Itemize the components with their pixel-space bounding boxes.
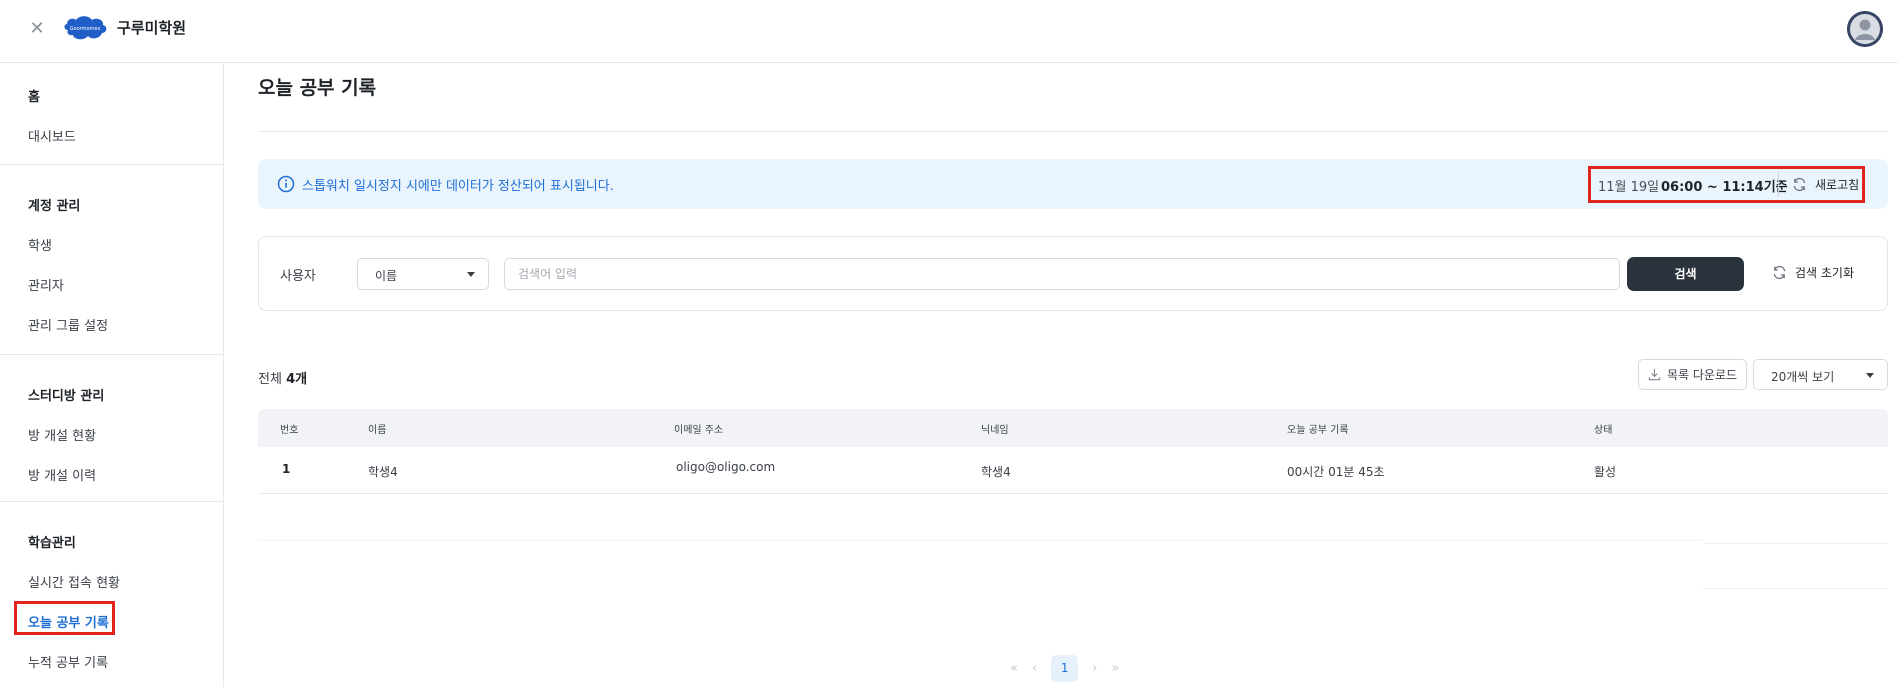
search-panel: 사용자 이름 검색 검색 초기화: [258, 236, 1888, 311]
sidebar-item-realtime-access[interactable]: 실시간 접속 현황: [28, 572, 120, 591]
per-page-select[interactable]: 20개씩 보기: [1753, 359, 1888, 390]
sidebar-heading-learning: 학습관리: [28, 536, 76, 551]
search-field-select[interactable]: 이름: [357, 258, 489, 290]
sidebar-item-admins[interactable]: 관리자: [28, 275, 64, 294]
table-empty-divider: [1703, 543, 1888, 544]
column-header-today-study: 오늘 공부 기록: [1287, 425, 1349, 436]
sidebar-item-total-study[interactable]: 누적 공부 기록: [28, 652, 108, 671]
table-header: 번호 이름 이메일 주소 닉네임 오늘 공부 기록 상태: [258, 409, 1888, 447]
download-label: 목록 다운로드: [1666, 368, 1738, 382]
notice-text: 스톱워치 일시정지 시에만 데이터가 정산되어 표시됩니다.: [302, 179, 614, 194]
first-page-icon[interactable]: «: [1010, 661, 1018, 676]
top-header: ✕ Goormomex 구루미학원: [0, 0, 1898, 63]
search-reset-button[interactable]: 검색 초기화: [1772, 264, 1854, 281]
academy-logo: Goormomex: [64, 16, 107, 40]
sidebar-item-students[interactable]: 학생: [28, 235, 52, 254]
avatar[interactable]: [1847, 11, 1883, 47]
page-title: 오늘 공부 기록: [258, 77, 377, 99]
caret-down-icon: [467, 272, 475, 277]
sidebar-section-studyroom: 스터디방 관리 방 개설 현황 방 개설 이력: [0, 354, 224, 501]
title-divider: [258, 131, 1888, 132]
logo-text: Goormomex: [70, 26, 101, 32]
column-header-status: 상태: [1594, 425, 1613, 436]
sidebar-heading-home[interactable]: 홈: [28, 86, 40, 105]
search-button[interactable]: 검색: [1627, 257, 1744, 291]
search-input[interactable]: [504, 258, 1620, 290]
search-reset-label: 검색 초기화: [1795, 266, 1855, 280]
last-page-icon[interactable]: »: [1111, 661, 1119, 676]
reset-icon: [1773, 265, 1786, 280]
per-page-value: 20개씩 보기: [1771, 370, 1835, 384]
page-number-current[interactable]: 1: [1051, 655, 1079, 682]
caret-down-icon: [1866, 373, 1874, 378]
info-icon: [277, 175, 295, 193]
search-field-select-value: 이름: [375, 269, 398, 283]
table-empty-divider: [258, 540, 1703, 541]
column-header-number: 번호: [280, 425, 299, 436]
sidebar-item-admin-groups[interactable]: 관리 그룹 설정: [28, 315, 108, 334]
column-header-name: 이름: [368, 425, 387, 436]
table-row[interactable]: 1 학생4 oligo@oligo.com 학생4 00시간 01분 45초 활…: [258, 447, 1888, 494]
cell-nickname: 학생4: [981, 465, 1011, 479]
total-count: 전체 4개: [258, 368, 307, 387]
next-page-icon[interactable]: ›: [1092, 661, 1097, 676]
column-header-nickname: 닉네임: [981, 425, 1009, 436]
table-empty-divider: [1703, 588, 1888, 589]
total-count-value: 4개: [286, 372, 308, 387]
sidebar-section-learning: 학습관리 실시간 접속 현황 오늘 공부 기록 누적 공부 기록: [0, 501, 224, 687]
sidebar-item-dashboard[interactable]: 대시보드: [28, 126, 76, 145]
sidebar-item-room-history[interactable]: 방 개설 이력: [28, 465, 96, 484]
total-prefix: 전체: [258, 372, 282, 387]
search-label: 사용자: [280, 269, 316, 284]
download-list-button[interactable]: 목록 다운로드: [1638, 359, 1747, 390]
highlight-box-notice: [1588, 166, 1865, 203]
cell-status: 활성: [1594, 465, 1617, 479]
download-icon: [1648, 368, 1661, 381]
cell-number: 1: [282, 462, 291, 476]
prev-page-icon[interactable]: ‹: [1032, 661, 1037, 676]
column-header-email: 이메일 주소: [674, 425, 724, 436]
sidebar-section-home: 홈 대시보드: [0, 63, 224, 164]
sidebar-item-room-status[interactable]: 방 개설 현황: [28, 425, 96, 444]
close-icon[interactable]: ✕: [26, 18, 48, 40]
sidebar-section-account: 계정 관리 학생 관리자 관리 그룹 설정: [0, 164, 224, 354]
sidebar: 홈 대시보드 계정 관리 학생 관리자 관리 그룹 설정 스터디방 관리 방 개…: [0, 63, 224, 687]
sidebar-heading-studyroom: 스터디방 관리: [28, 389, 105, 404]
cell-today-study: 00시간 01분 45초: [1287, 465, 1385, 479]
cell-name: 학생4: [368, 465, 398, 479]
cell-email: oligo@oligo.com: [676, 460, 776, 474]
highlight-box-sidebar: [14, 601, 115, 635]
sidebar-heading-account: 계정 관리: [28, 199, 81, 214]
pagination: « ‹ 1 › »: [1010, 655, 1119, 682]
academy-name: 구루미학원: [117, 19, 187, 37]
study-record-table: 번호 이름 이메일 주소 닉네임 오늘 공부 기록 상태 1 학생4 oligo…: [258, 409, 1888, 494]
user-avatar-icon: [1847, 11, 1883, 47]
